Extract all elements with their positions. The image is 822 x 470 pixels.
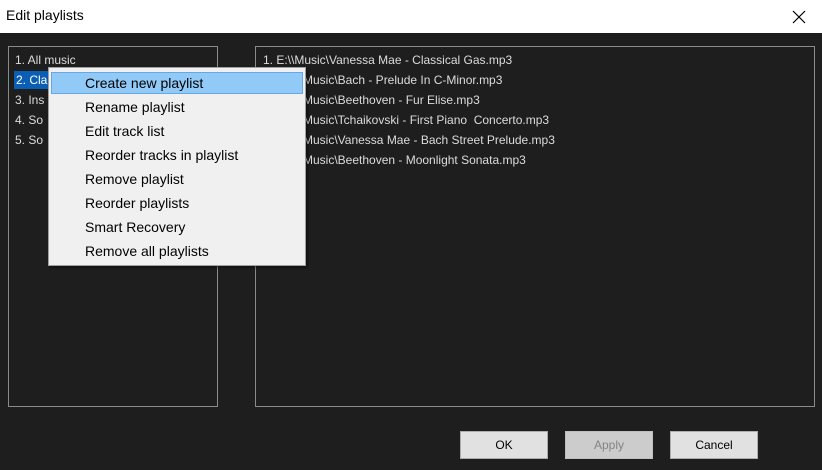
window-title: Edit playlists [6, 7, 84, 23]
menu-item-smart-recovery[interactable]: Smart Recovery [51, 216, 303, 238]
menu-item-remove-all-playlists[interactable]: Remove all playlists [51, 240, 303, 262]
context-menu: Create new playlist Rename playlist Edit… [48, 67, 306, 266]
track-item[interactable]: Music\Beethoven - Moonlight Sonata.mp3 [303, 151, 526, 169]
playlist-item[interactable]: 5. So [15, 131, 43, 149]
playlist-item[interactable]: 4. So [15, 111, 43, 129]
apply-button[interactable]: Apply [565, 431, 653, 459]
menu-item-remove-playlist[interactable]: Remove playlist [51, 168, 303, 190]
track-item[interactable]: Music\Beethoven - Fur Elise.mp3 [303, 91, 480, 109]
track-item[interactable]: Music\Bach - Prelude In C-Minor.mp3 [303, 71, 502, 89]
menu-item-reorder-tracks[interactable]: Reorder tracks in playlist [51, 144, 303, 166]
cancel-button[interactable]: Cancel [670, 431, 758, 459]
track-item[interactable]: Music\Tchaikovski - First Piano Concerto… [303, 111, 549, 129]
ok-button[interactable]: OK [460, 431, 548, 459]
close-button[interactable] [776, 0, 822, 33]
menu-item-rename-playlist[interactable]: Rename playlist [51, 96, 303, 118]
playlist-item[interactable]: 3. Ins [15, 91, 44, 109]
menu-item-reorder-playlists[interactable]: Reorder playlists [51, 192, 303, 214]
title-bar: Edit playlists [0, 0, 822, 33]
close-icon [792, 10, 806, 23]
track-item[interactable]: Music\Vanessa Mae - Bach Street Prelude.… [303, 131, 555, 149]
menu-item-create-new-playlist[interactable]: Create new playlist [51, 72, 303, 94]
track-list[interactable]: 1. E:\\Music\Vanessa Mae - Classical Gas… [255, 46, 815, 407]
playlist-item[interactable]: 2. Cla [14, 71, 50, 89]
menu-item-edit-track-list[interactable]: Edit track list [51, 120, 303, 142]
